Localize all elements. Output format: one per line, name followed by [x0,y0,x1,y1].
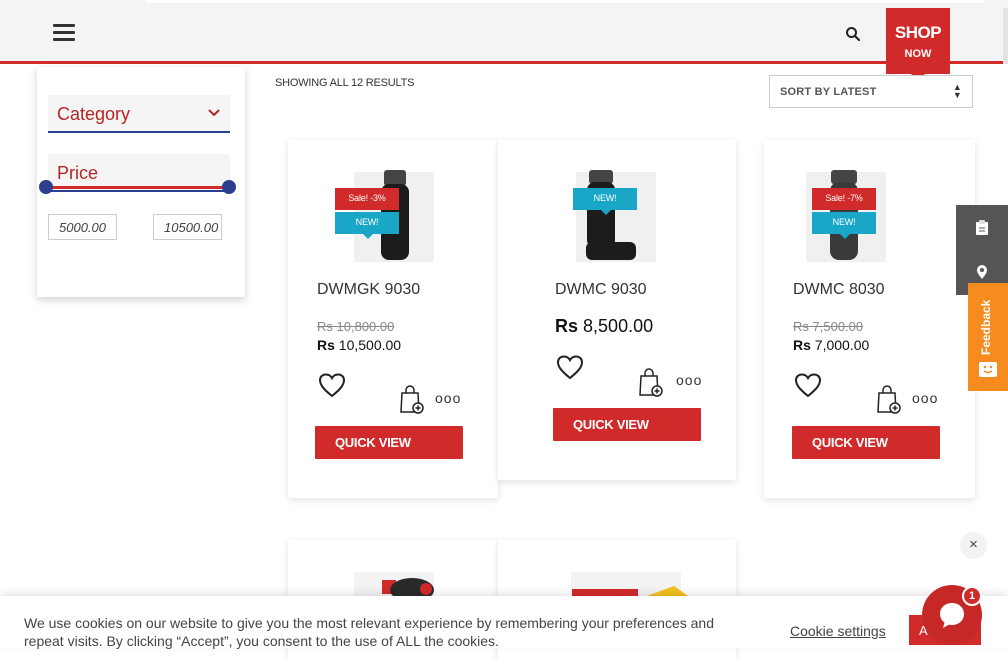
sort-arrows-icon: ▲ ▼ [952,82,962,100]
clipboard-icon[interactable] [975,220,989,236]
old-price: Rs 7,500.00 [793,319,863,334]
new-badge: NEW! [812,212,876,239]
side-quick-links [956,205,1008,295]
cookie-consent-bar: We use cookies on our website to give yo… [0,596,1008,649]
shop-now-line2: NOW [904,48,932,60]
cookie-message: We use cookies on our website to give yo… [24,615,714,649]
sale-badge: Sale! -7% [812,188,876,210]
price-value: 8,500.00 [583,316,654,336]
product-name[interactable]: DWMC 9030 [555,281,647,299]
shop-now-button[interactable]: SHOP NOW [886,8,950,81]
product-card[interactable]: Sale! -3% NEW! DWMGK 9030 Rs 10,800.00 R… [288,140,498,498]
heart-icon[interactable] [794,373,822,399]
category-filter[interactable]: Category [48,95,230,133]
quick-view-button[interactable]: QUICK VIEW [315,426,463,459]
sort-selected: SORT BY LATEST [780,86,877,98]
search-icon[interactable] [845,26,861,42]
price-slider-max-handle[interactable] [222,180,236,194]
currency: Rs [317,319,333,334]
heart-icon[interactable] [556,355,584,381]
old-price-value: 10,800.00 [336,319,395,334]
price-value: 10,500.00 [338,337,402,353]
add-to-cart-bag-icon[interactable] [399,385,425,415]
product-name[interactable]: DWMGK 9030 [317,281,420,299]
new-badge: NEW! [335,212,399,239]
price-slider-track[interactable] [45,186,229,189]
more-options-icon[interactable]: ooo [912,390,938,406]
product-card[interactable]: NEW! DWMC 9030 Rs 8,500.00 ooo QUICK VIE… [498,140,736,480]
price: Rs 7,000.00 [793,337,869,353]
sale-badge: Sale! -3% [335,188,399,210]
location-pin-icon[interactable] [975,264,989,280]
more-options-icon[interactable]: ooo [435,390,461,406]
product-image[interactable] [556,162,676,262]
currency: Rs [317,337,335,353]
more-options-icon[interactable]: ooo [676,372,702,388]
quick-view-button[interactable]: QUICK VIEW [553,408,701,441]
currency: Rs [793,319,809,334]
product-name[interactable]: DWMC 8030 [793,281,885,299]
chat-bubble-icon [940,603,964,628]
feedback-tab[interactable]: Feedback [968,283,1008,391]
price-label: Price [57,163,99,183]
feedback-face-icon [979,362,997,377]
hamburger-menu-icon[interactable] [53,24,75,42]
close-icon[interactable]: × [960,532,987,559]
price: Rs 10,500.00 [317,337,401,353]
category-label: Category [57,104,131,124]
currency: Rs [793,337,811,353]
results-count: SHOWING ALL 12 RESULTS [275,77,415,89]
add-to-cart-bag-icon[interactable] [876,385,902,415]
price-value: 7,000.00 [814,337,870,353]
add-to-cart-bag-icon[interactable] [638,368,664,398]
shop-now-line1: SHOP [894,23,942,42]
filter-panel: Category Price 5000.00 10500.00 [37,67,245,297]
old-price: Rs 10,800.00 [317,319,394,334]
heart-icon[interactable] [318,373,346,399]
price-min-input[interactable]: 5000.00 [48,214,117,240]
price-slider-min-handle[interactable] [39,180,53,194]
cookie-settings-link[interactable]: Cookie settings [790,623,886,639]
chevron-down-icon [208,109,220,117]
price-max-input[interactable]: 10500.00 [153,214,222,240]
chat-unread-badge: 1 [962,586,982,606]
header-bar [0,0,1008,64]
new-badge: NEW! [573,188,637,215]
sort-select[interactable]: SORT BY LATEST ▲ ▼ [769,75,973,108]
feedback-label: Feedback [979,299,993,355]
old-price-value: 7,500.00 [812,319,864,334]
quick-view-button[interactable]: QUICK VIEW [792,426,940,459]
scrollbar[interactable] [1003,8,1008,64]
price: Rs 8,500.00 [555,316,653,337]
currency: Rs [555,316,579,336]
product-card[interactable]: Sale! -7% NEW! DWMC 8030 Rs 7,500.00 Rs … [764,140,975,498]
header-top-strip [145,0,985,3]
